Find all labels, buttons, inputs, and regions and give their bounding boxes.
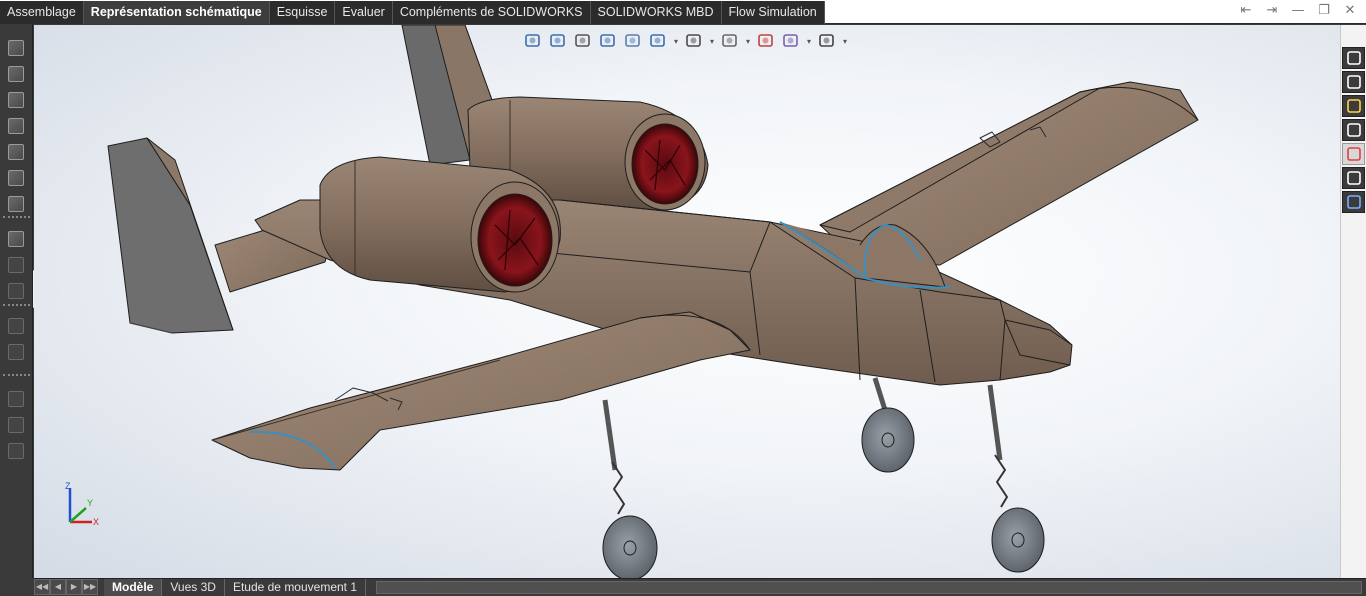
tab-scroll-button[interactable]: ◀◀ <box>34 579 50 595</box>
tab-scroll-button[interactable]: ▶ <box>66 579 82 595</box>
left-engine-intake <box>477 193 553 287</box>
left-tool-icon[interactable] <box>6 415 26 435</box>
bottom-tab-vues-3d[interactable]: Vues 3D <box>162 579 225 596</box>
minimize-icon[interactable]: — <box>1290 3 1306 19</box>
command-manager-tabs: Assemblage Représentation schématique Esqu… <box>0 0 1366 24</box>
window-controls: ⇤ ⇥ — ❐ ✕ <box>1238 3 1358 19</box>
display-style-icon[interactable] <box>683 30 705 52</box>
left-tool-icon[interactable] <box>6 255 26 275</box>
appearances-scenes-icon[interactable] <box>1342 143 1365 165</box>
left-tool-icon[interactable] <box>6 342 26 362</box>
tab-scroll-button[interactable]: ◀ <box>50 579 66 595</box>
previous-view-icon[interactable] <box>572 30 594 52</box>
horizontal-scrollbar[interactable] <box>376 581 1362 594</box>
tab-evaluer[interactable]: Evaluer <box>335 1 393 24</box>
toolbar-separator <box>3 374 30 377</box>
nose-wheel-left <box>602 515 658 578</box>
bottom-tab-etude-de-mouvement-1[interactable]: Etude de mouvement 1 <box>225 579 367 596</box>
collapse-right-icon[interactable]: ⇥ <box>1264 3 1280 19</box>
left-tool-icon[interactable] <box>6 116 26 136</box>
bottom-tab-bar: ◀◀ ◀ ▶ ▶▶ Modèle Vues 3D Etude de mouvement 1 <box>34 578 1366 596</box>
tab-complements-de-solidworks[interactable]: Compléments de SOLIDWORKS <box>392 1 591 24</box>
center-wheel <box>861 407 915 473</box>
right-wheel <box>991 507 1045 573</box>
tab-flow-simulation[interactable]: Flow Simulation <box>721 1 825 24</box>
dynamic-annotation-icon[interactable] <box>622 30 644 52</box>
toolbar-separator <box>3 216 30 219</box>
solidworks-forum-icon[interactable] <box>1342 191 1365 213</box>
apply-scene-icon[interactable] <box>780 30 802 52</box>
left-tool-icon[interactable] <box>6 229 26 249</box>
left-tool-icon[interactable] <box>6 316 26 336</box>
reference-triad: Z Y X <box>56 480 106 533</box>
view-palette-icon[interactable] <box>1342 119 1365 141</box>
triad-x-label: X <box>93 517 99 527</box>
section-view-icon[interactable] <box>597 30 619 52</box>
landing-gear <box>602 377 1045 578</box>
toolbar-separator <box>3 304 30 307</box>
tab-solidworks-mbd[interactable]: SOLIDWORKS MBD <box>590 1 722 24</box>
left-tool-icon[interactable] <box>6 142 26 162</box>
heads-up-view-toolbar: ▾ ▾ ▾ ▾ ▾ <box>522 29 849 53</box>
solidworks-resources-icon[interactable] <box>1342 47 1365 69</box>
dropdown-arrow-icon[interactable]: ▾ <box>672 37 680 46</box>
dropdown-arrow-icon[interactable]: ▾ <box>744 37 752 46</box>
edit-appearance-icon[interactable] <box>755 30 777 52</box>
dropdown-arrow-icon[interactable]: ▾ <box>841 37 849 46</box>
zoom-to-area-icon[interactable] <box>547 30 569 52</box>
left-tool-icon[interactable] <box>6 38 26 58</box>
left-tool-icon[interactable] <box>6 64 26 84</box>
hide-show-items-icon[interactable] <box>719 30 741 52</box>
zoom-to-fit-icon[interactable] <box>522 30 544 52</box>
restore-icon[interactable]: ❐ <box>1316 3 1332 19</box>
tab-navigation: ◀◀ ◀ ▶ ▶▶ <box>34 579 98 595</box>
task-pane-tabs <box>1340 25 1366 578</box>
left-tool-icon[interactable] <box>6 281 26 301</box>
left-toolbar <box>0 24 33 578</box>
custom-properties-icon[interactable] <box>1342 167 1365 189</box>
dropdown-arrow-icon[interactable]: ▾ <box>805 37 813 46</box>
triad-z-label: Z <box>65 481 71 491</box>
dropdown-arrow-icon[interactable]: ▾ <box>708 37 716 46</box>
file-explorer-icon[interactable] <box>1342 95 1365 117</box>
left-tool-icon[interactable] <box>6 441 26 461</box>
view-orientation-icon[interactable] <box>647 30 669 52</box>
close-icon[interactable]: ✕ <box>1342 3 1358 19</box>
design-library-icon[interactable] <box>1342 71 1365 93</box>
left-tool-icon[interactable] <box>6 90 26 110</box>
tab-scroll-button[interactable]: ▶▶ <box>82 579 98 595</box>
bottom-tabs: Modèle Vues 3D Etude de mouvement 1 <box>104 579 367 596</box>
left-tool-icon[interactable] <box>6 389 26 409</box>
view-settings-icon[interactable] <box>816 30 838 52</box>
aircraft-model[interactable] <box>34 25 1340 578</box>
tab-assemblage[interactable]: Assemblage <box>0 1 84 24</box>
tab-esquisse[interactable]: Esquisse <box>269 1 336 24</box>
bottom-tab-modele[interactable]: Modèle <box>104 579 163 596</box>
tab-list: Assemblage Représentation schématique Esqu… <box>0 1 825 24</box>
left-tool-icon[interactable] <box>6 194 26 214</box>
triad-y-label: Y <box>87 498 93 508</box>
graphics-area[interactable]: ▾ ▾ ▾ ▾ ▾ Z Y X <box>34 25 1340 578</box>
collapse-left-icon[interactable]: ⇤ <box>1238 3 1254 19</box>
tab-representation-schematique[interactable]: Représentation schématique <box>83 1 270 24</box>
left-wing <box>211 311 751 471</box>
left-tool-icon[interactable] <box>6 168 26 188</box>
right-engine-intake <box>631 123 699 205</box>
